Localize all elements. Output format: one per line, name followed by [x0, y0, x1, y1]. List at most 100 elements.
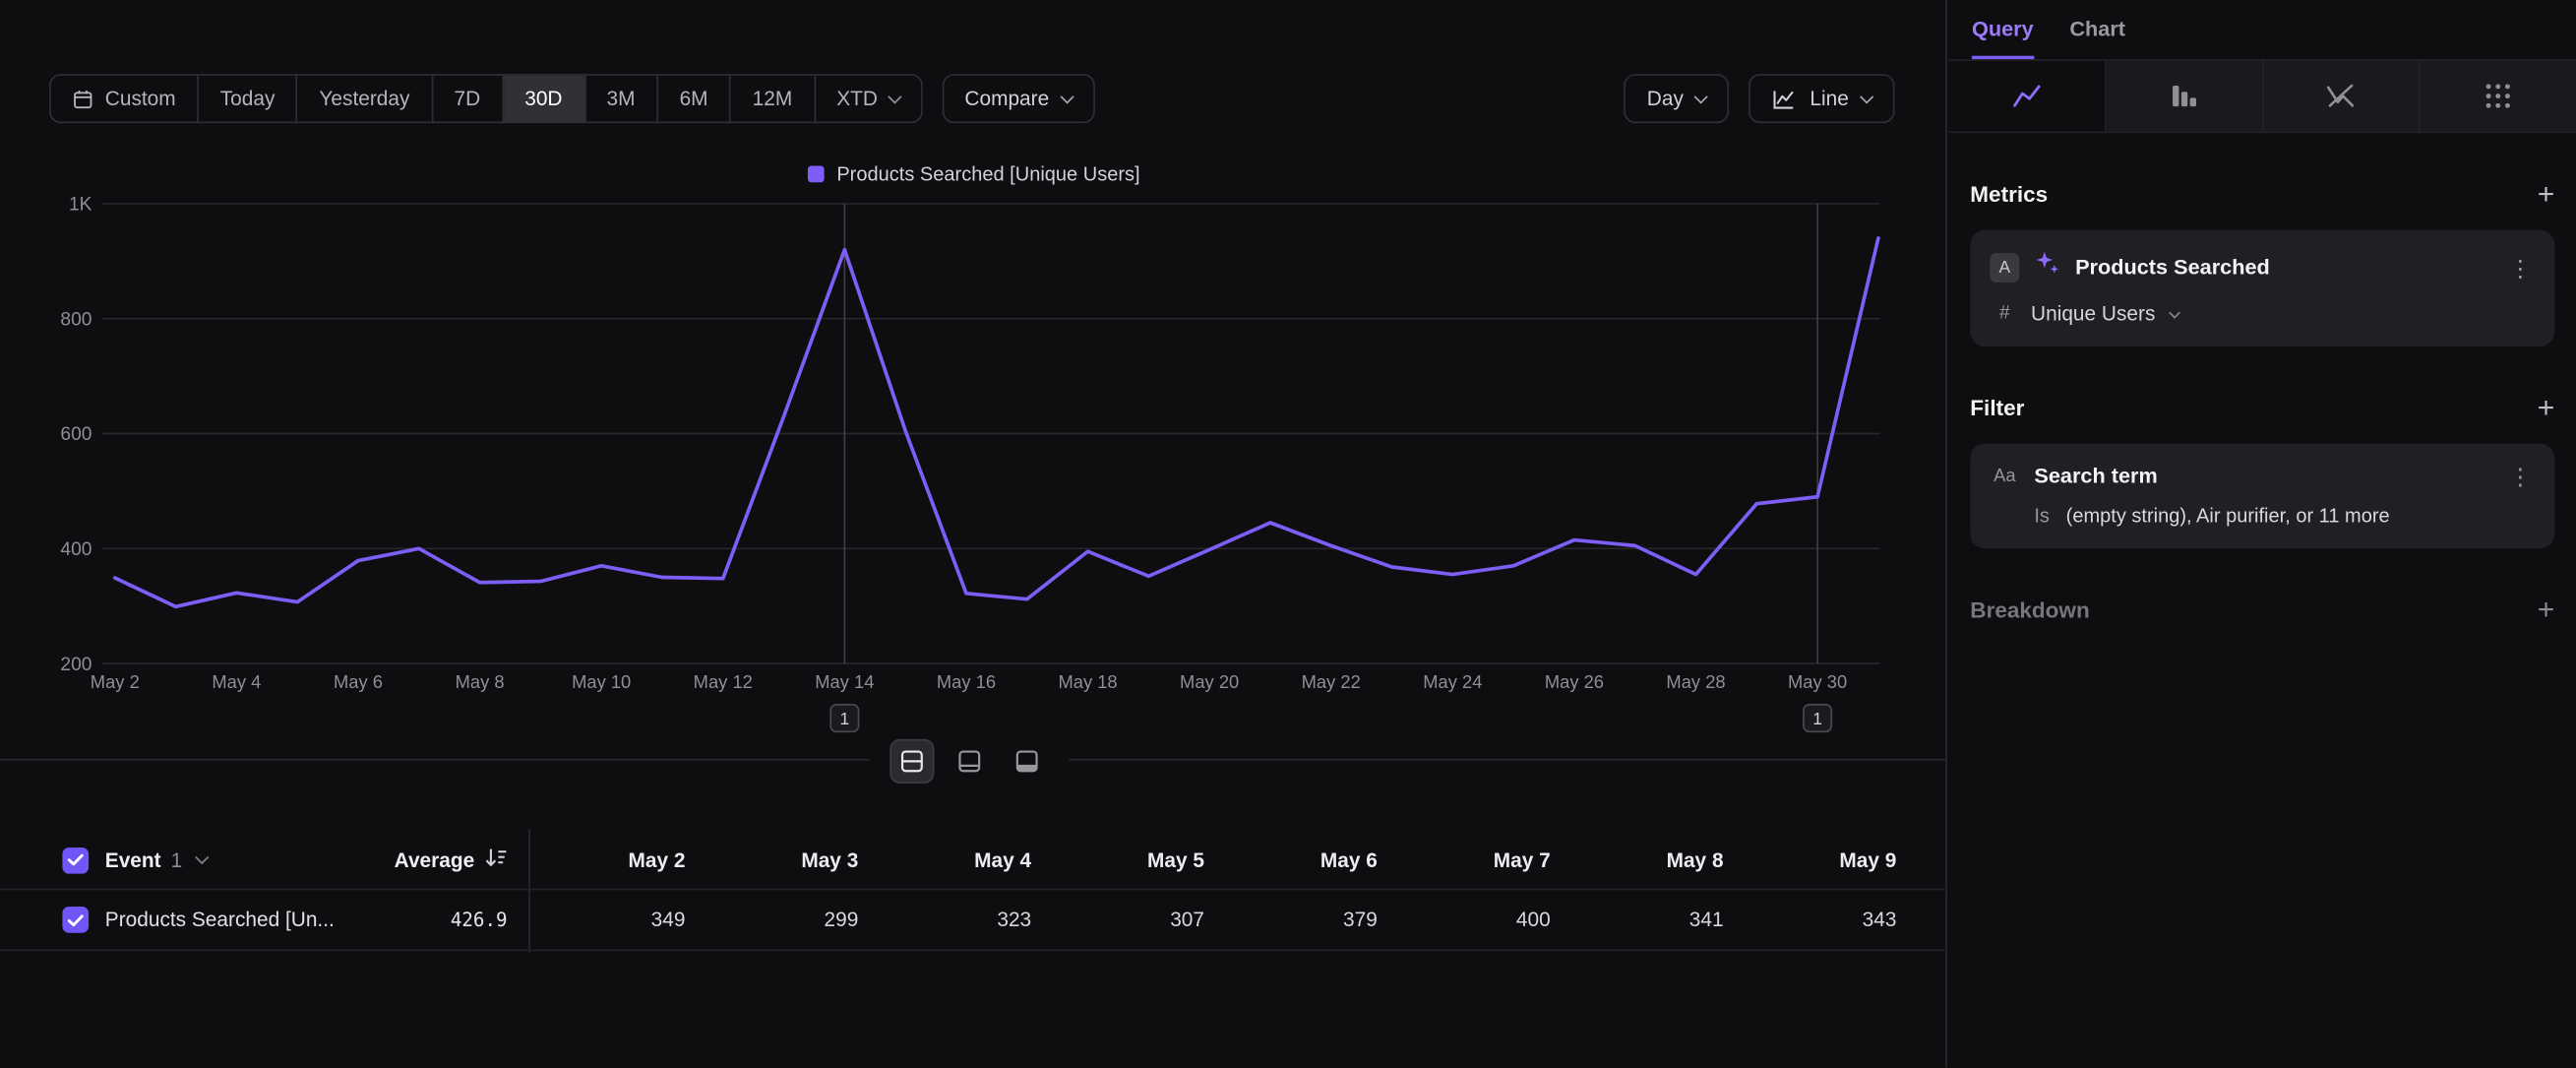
range-xtd-button[interactable]: XTD — [816, 76, 921, 122]
filter-menu-button[interactable]: ⋮ — [2505, 464, 2535, 486]
filter-property-name: Search term — [2034, 464, 2157, 488]
event-count: 1 — [171, 848, 183, 871]
breakdown-heading: Breakdown + — [1970, 595, 2554, 624]
range-yesterday-button[interactable]: Yesterday — [298, 76, 433, 122]
column-header[interactable]: May 6 — [1221, 848, 1394, 871]
range-12m-button[interactable]: 12M — [731, 76, 816, 122]
tab-query[interactable]: Query — [1972, 0, 2034, 59]
chevron-down-icon — [888, 90, 901, 103]
sort-descending-icon — [484, 847, 507, 868]
metric-name: Products Searched — [2075, 255, 2270, 280]
range-30d-button[interactable]: 30D — [504, 76, 585, 122]
svg-text:1: 1 — [1812, 709, 1822, 728]
row-checkbox[interactable] — [62, 907, 89, 933]
table-view-button[interactable] — [1005, 739, 1049, 784]
filter-card[interactable]: Aa Search term ⋮ Is (empty string), Air … — [1970, 444, 2554, 549]
line-chart-icon — [1772, 87, 1797, 111]
panel-tabs: Query Chart — [1949, 0, 2576, 61]
y-axis-label: 800 — [60, 309, 92, 330]
split-view-icon — [899, 749, 924, 774]
add-filter-button[interactable]: + — [2538, 393, 2555, 422]
svg-text:1: 1 — [839, 709, 849, 728]
table-row[interactable]: Products Searched [Un... 426.9 349299323… — [0, 889, 1947, 951]
number-type-icon: # — [1993, 304, 2016, 324]
chart-legend: Products Searched [Unique Users] — [0, 162, 1947, 185]
text-type-badge: Aa — [1990, 466, 2019, 485]
y-axis-label: 600 — [60, 424, 92, 445]
x-axis-label: May 8 — [456, 671, 505, 692]
table-header: Event 1 Average May 2May 3May 4May 5May … — [0, 831, 1947, 888]
select-all-checkbox[interactable] — [62, 847, 89, 873]
average-column-header[interactable]: Average — [395, 847, 529, 873]
x-axis-label: May 14 — [815, 671, 874, 692]
column-header[interactable]: May 3 — [702, 848, 875, 871]
row-event-name: Products Searched [Un... — [105, 909, 335, 931]
metrics-title: Metrics — [1970, 181, 2048, 206]
split-view-button[interactable] — [889, 739, 934, 784]
event-sparkle-icon — [2034, 250, 2060, 284]
filter-operator: Is — [2034, 504, 2050, 527]
annotation-badge[interactable]: 1 — [830, 705, 858, 732]
range-today-button[interactable]: Today — [199, 76, 298, 122]
add-metric-button[interactable]: + — [2538, 179, 2555, 209]
view-tab-line-chart[interactable] — [1949, 61, 2107, 132]
y-axis-label: 200 — [60, 655, 92, 675]
date-column-headers: May 2May 3May 4May 5May 6May 7May 8May 9 — [528, 848, 1913, 871]
tab-chart[interactable]: Chart — [2069, 0, 2125, 59]
granularity-button[interactable]: Day — [1624, 74, 1729, 123]
cell-value: 379 — [1221, 909, 1394, 931]
x-axis-label: May 18 — [1058, 671, 1117, 692]
x-axis-label: May 20 — [1180, 671, 1239, 692]
granularity-label: Day — [1647, 87, 1684, 109]
column-header[interactable]: May 5 — [1048, 848, 1221, 871]
aggregation-selector[interactable]: # Unique Users — [1990, 302, 2535, 325]
chart-view-button[interactable] — [948, 739, 992, 784]
range-custom-button[interactable]: Custom — [51, 76, 199, 122]
view-tab-retention-chart[interactable] — [2263, 61, 2421, 132]
range-7d-button[interactable]: 7D — [433, 76, 504, 122]
query-sections: Metrics + A Products Searched ⋮ # Unique… — [1949, 179, 2576, 624]
aggregation-label: Unique Users — [2031, 302, 2155, 325]
compare-label: Compare — [964, 87, 1049, 109]
row-values: 349299323307379400341343 — [528, 909, 1913, 931]
event-column-label: Event — [105, 848, 161, 871]
filter-heading: Filter + — [1970, 393, 2554, 422]
view-tab-bar-chart[interactable] — [2106, 61, 2263, 132]
cell-value: 400 — [1394, 909, 1567, 931]
chart-type-label: Line — [1809, 87, 1848, 109]
metric-menu-button[interactable]: ⋮ — [2505, 255, 2535, 278]
series-line — [115, 238, 1878, 606]
filter-title: Filter — [1970, 395, 2024, 419]
metric-card[interactable]: A Products Searched ⋮ # Unique Users — [1970, 230, 2554, 346]
x-axis-label: May 22 — [1302, 671, 1361, 692]
filter-value: (empty string), Air purifier, or 11 more — [2066, 504, 2390, 527]
bar-chart-icon — [2169, 81, 2200, 112]
analytics-app: 2004006008001KMay 2May 4May 6May 8May 10… — [0, 0, 2576, 1068]
column-header[interactable]: May 7 — [1394, 848, 1567, 871]
chevron-down-icon[interactable] — [195, 850, 209, 864]
view-tab-flows[interactable] — [2421, 61, 2576, 132]
breakdown-title: Breakdown — [1970, 597, 2089, 622]
x-axis-label: May 16 — [937, 671, 996, 692]
compare-button[interactable]: Compare — [942, 74, 1095, 123]
annotation-badge[interactable]: 1 — [1804, 705, 1831, 732]
column-header[interactable]: May 2 — [528, 848, 702, 871]
filter-condition[interactable]: Is (empty string), Air purifier, or 11 m… — [1990, 504, 2535, 527]
column-header[interactable]: May 8 — [1566, 848, 1740, 871]
chart-type-button[interactable]: Line — [1749, 74, 1895, 123]
range-3m-button[interactable]: 3M — [585, 76, 658, 122]
column-header[interactable]: May 4 — [875, 848, 1048, 871]
query-panel: Query Chart Metrics + A Products Searched… — [1949, 0, 2576, 1068]
series-letter-badge: A — [1990, 252, 2019, 282]
sparkle-icon — [2034, 250, 2060, 277]
chevron-down-icon — [2169, 306, 2180, 318]
cell-value: 299 — [702, 909, 875, 931]
column-header[interactable]: May 9 — [1740, 848, 1913, 871]
x-axis-label: May 26 — [1545, 671, 1604, 692]
average-label: Average — [395, 848, 475, 871]
line-chart-icon — [2011, 81, 2043, 112]
layout-toggle-group — [870, 739, 1069, 784]
cell-value: 307 — [1048, 909, 1221, 931]
add-breakdown-button[interactable]: + — [2538, 595, 2555, 624]
range-6m-button[interactable]: 6M — [658, 76, 731, 122]
